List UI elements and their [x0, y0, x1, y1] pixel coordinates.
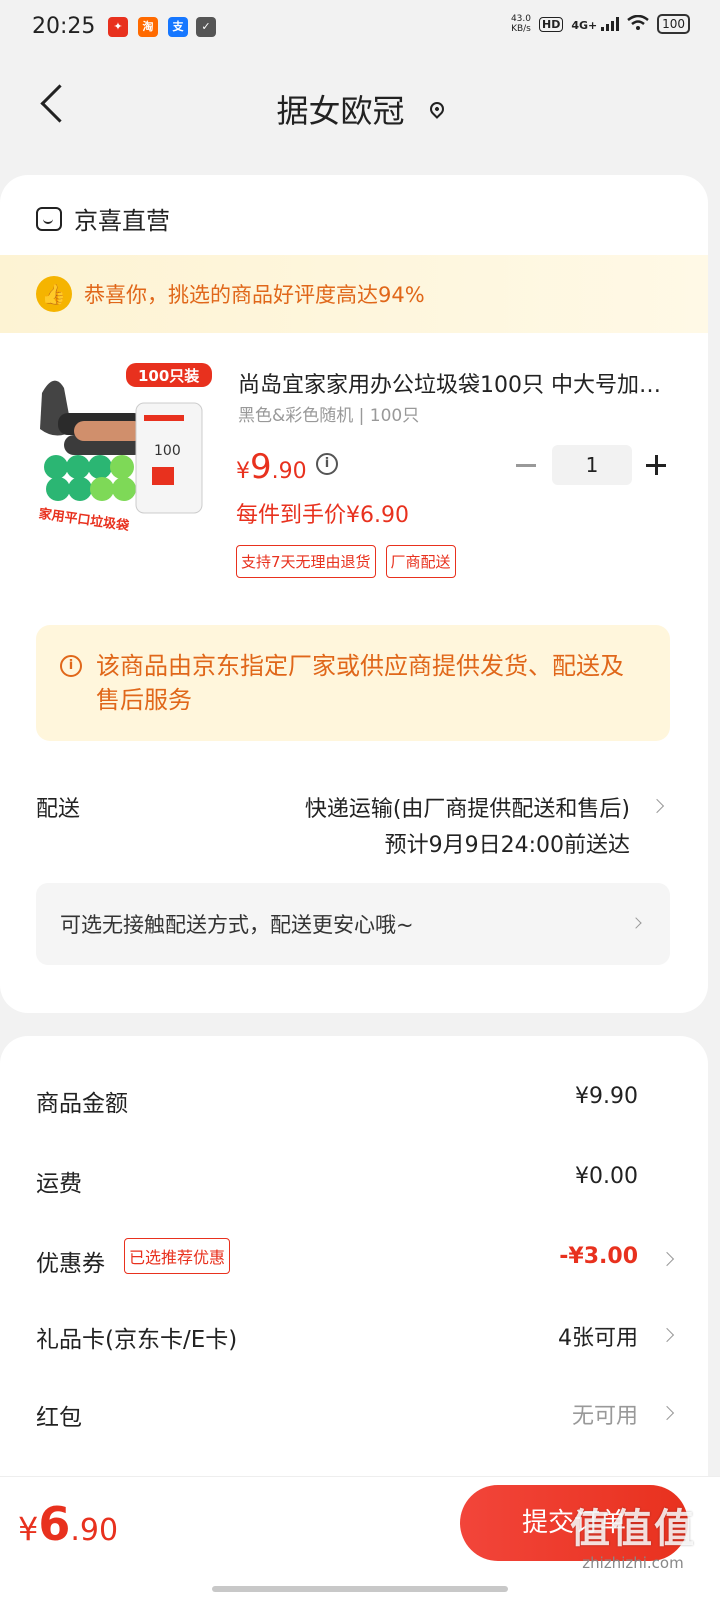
- no-contact-chevron-icon: [630, 917, 642, 929]
- clipboard-check-icon: ✓: [196, 17, 216, 37]
- signal-icon: 4G+: [571, 16, 620, 32]
- thumbs-up-icon: 👍: [36, 276, 72, 312]
- jd-app-icon: ✦: [108, 17, 128, 37]
- store-icon: [36, 206, 62, 231]
- tag-vendor-shipping: 厂商配送: [385, 545, 456, 578]
- watermark: 值值值 zhizhizhi.com: [570, 1496, 696, 1572]
- status-indicators: 43.0 KB/s HD 4G+ 100: [511, 14, 690, 34]
- coupon-value: -¥3.00: [559, 1244, 638, 1269]
- network-speed: 43.0 KB/s: [510, 14, 531, 34]
- product-price: ¥9.90: [236, 447, 307, 487]
- location-pin-icon[interactable]: [426, 99, 447, 119]
- taobao-app-icon: 淘: [138, 17, 158, 37]
- red-packet-chevron-icon: [659, 1405, 675, 1421]
- gift-card-chevron-icon: [659, 1327, 675, 1343]
- goods-amount-value: ¥9.90: [575, 1084, 638, 1109]
- product-pack-label: 100: [154, 443, 181, 459]
- shipping-fee-value: ¥0.00: [575, 1164, 638, 1189]
- delivery-label: 配送: [36, 797, 81, 822]
- store-name: 京喜直营: [74, 207, 170, 235]
- coupon-label: 优惠券: [36, 1251, 105, 1277]
- product-image[interactable]: 100 100只装 家用平口垃圾袋: [34, 363, 214, 543]
- gift-card-value: 4张可用: [558, 1326, 638, 1351]
- product-image-badge: 100只装: [138, 367, 200, 385]
- watermark-site: zhizhizhi.com: [582, 1554, 684, 1572]
- delivery-chevron-icon[interactable]: [649, 798, 665, 814]
- hd-icon: HD: [539, 16, 564, 32]
- price-summary-card: 商品金额 ¥9.90 运费 ¥0.00 优惠券 已选推荐优惠 -¥3.00 礼品…: [0, 1036, 708, 1476]
- wifi-icon: [627, 14, 649, 34]
- praise-banner: 👍 恭喜你，挑选的商品好评度高达94%: [0, 255, 708, 333]
- gift-card-row[interactable]: 礼品卡(京东卡/E卡) 4张可用: [36, 1320, 676, 1360]
- shipping-fee-label: 运费: [36, 1171, 82, 1197]
- header: 据女欧冠: [0, 86, 720, 132]
- coupon-recommended-tag: 已选推荐优惠: [124, 1238, 231, 1274]
- total-price: ¥6.90: [18, 1497, 119, 1551]
- goods-amount-row: 商品金额 ¥9.90: [36, 1084, 676, 1124]
- final-price: 每件到手价¥6.90: [236, 503, 409, 528]
- service-tags: 支持7天无理由退货 厂商配送: [236, 545, 456, 578]
- quantity-increase-button[interactable]: [644, 453, 668, 477]
- tag-return-policy: 支持7天无理由退货: [236, 545, 376, 578]
- goods-amount-label: 商品金额: [36, 1091, 128, 1117]
- red-packet-row[interactable]: 红包 无可用: [36, 1398, 676, 1438]
- page-title[interactable]: 据女欧冠: [276, 92, 404, 130]
- alipay-app-icon: 支: [168, 17, 188, 37]
- gift-card-label: 礼品卡(京东卡/E卡): [36, 1327, 238, 1353]
- order-card: 京喜直营 👍 恭喜你，挑选的商品好评度高达94% 100 100只装 家用平口垃…: [0, 175, 708, 1013]
- red-packet-label: 红包: [36, 1405, 82, 1431]
- delivery-eta: 预计9月9日24:00前送达: [384, 833, 630, 858]
- price-info-icon[interactable]: i: [316, 453, 338, 475]
- no-contact-text: 可选无接触配送方式，配送更安心哦~: [60, 913, 414, 937]
- product-title[interactable]: 尚岛宜家家用办公垃圾袋100只 中大号加厚塑料袋: [238, 367, 678, 399]
- battery-icon: 100: [657, 14, 690, 34]
- vendor-notice: i 该商品由京东指定厂家或供应商提供发货、配送及售后服务: [36, 625, 670, 741]
- praise-text: 恭喜你，挑选的商品好评度高达94%: [84, 283, 425, 307]
- home-indicator[interactable]: [212, 1586, 508, 1592]
- product-spec[interactable]: 黑色&彩色随机 | 100只: [238, 401, 419, 426]
- quantity-input[interactable]: 1: [552, 445, 632, 485]
- delivery-method[interactable]: 快递运输(由厂商提供配送和售后): [305, 791, 630, 823]
- shipping-fee-row: 运费 ¥0.00: [36, 1164, 676, 1204]
- status-bar: 20:25 ✦ 淘 支 ✓ 43.0 KB/s HD 4G+ 100: [0, 0, 720, 56]
- status-time: 20:25: [32, 14, 96, 39]
- quantity-decrease-button[interactable]: [514, 453, 538, 477]
- coupon-row[interactable]: 优惠券 已选推荐优惠 -¥3.00: [36, 1238, 676, 1284]
- info-icon: i: [60, 655, 82, 677]
- watermark-logo: 值值值: [570, 1506, 696, 1552]
- no-contact-delivery-option[interactable]: 可选无接触配送方式，配送更安心哦~: [36, 883, 670, 965]
- red-packet-value: 无可用: [571, 1404, 638, 1429]
- top-bar: 据女欧冠: [0, 56, 720, 152]
- vendor-notice-text: 该商品由京东指定厂家或供应商提供发货、配送及售后服务: [96, 652, 624, 714]
- store-header[interactable]: 京喜直营: [36, 201, 170, 236]
- coupon-chevron-icon: [659, 1251, 675, 1267]
